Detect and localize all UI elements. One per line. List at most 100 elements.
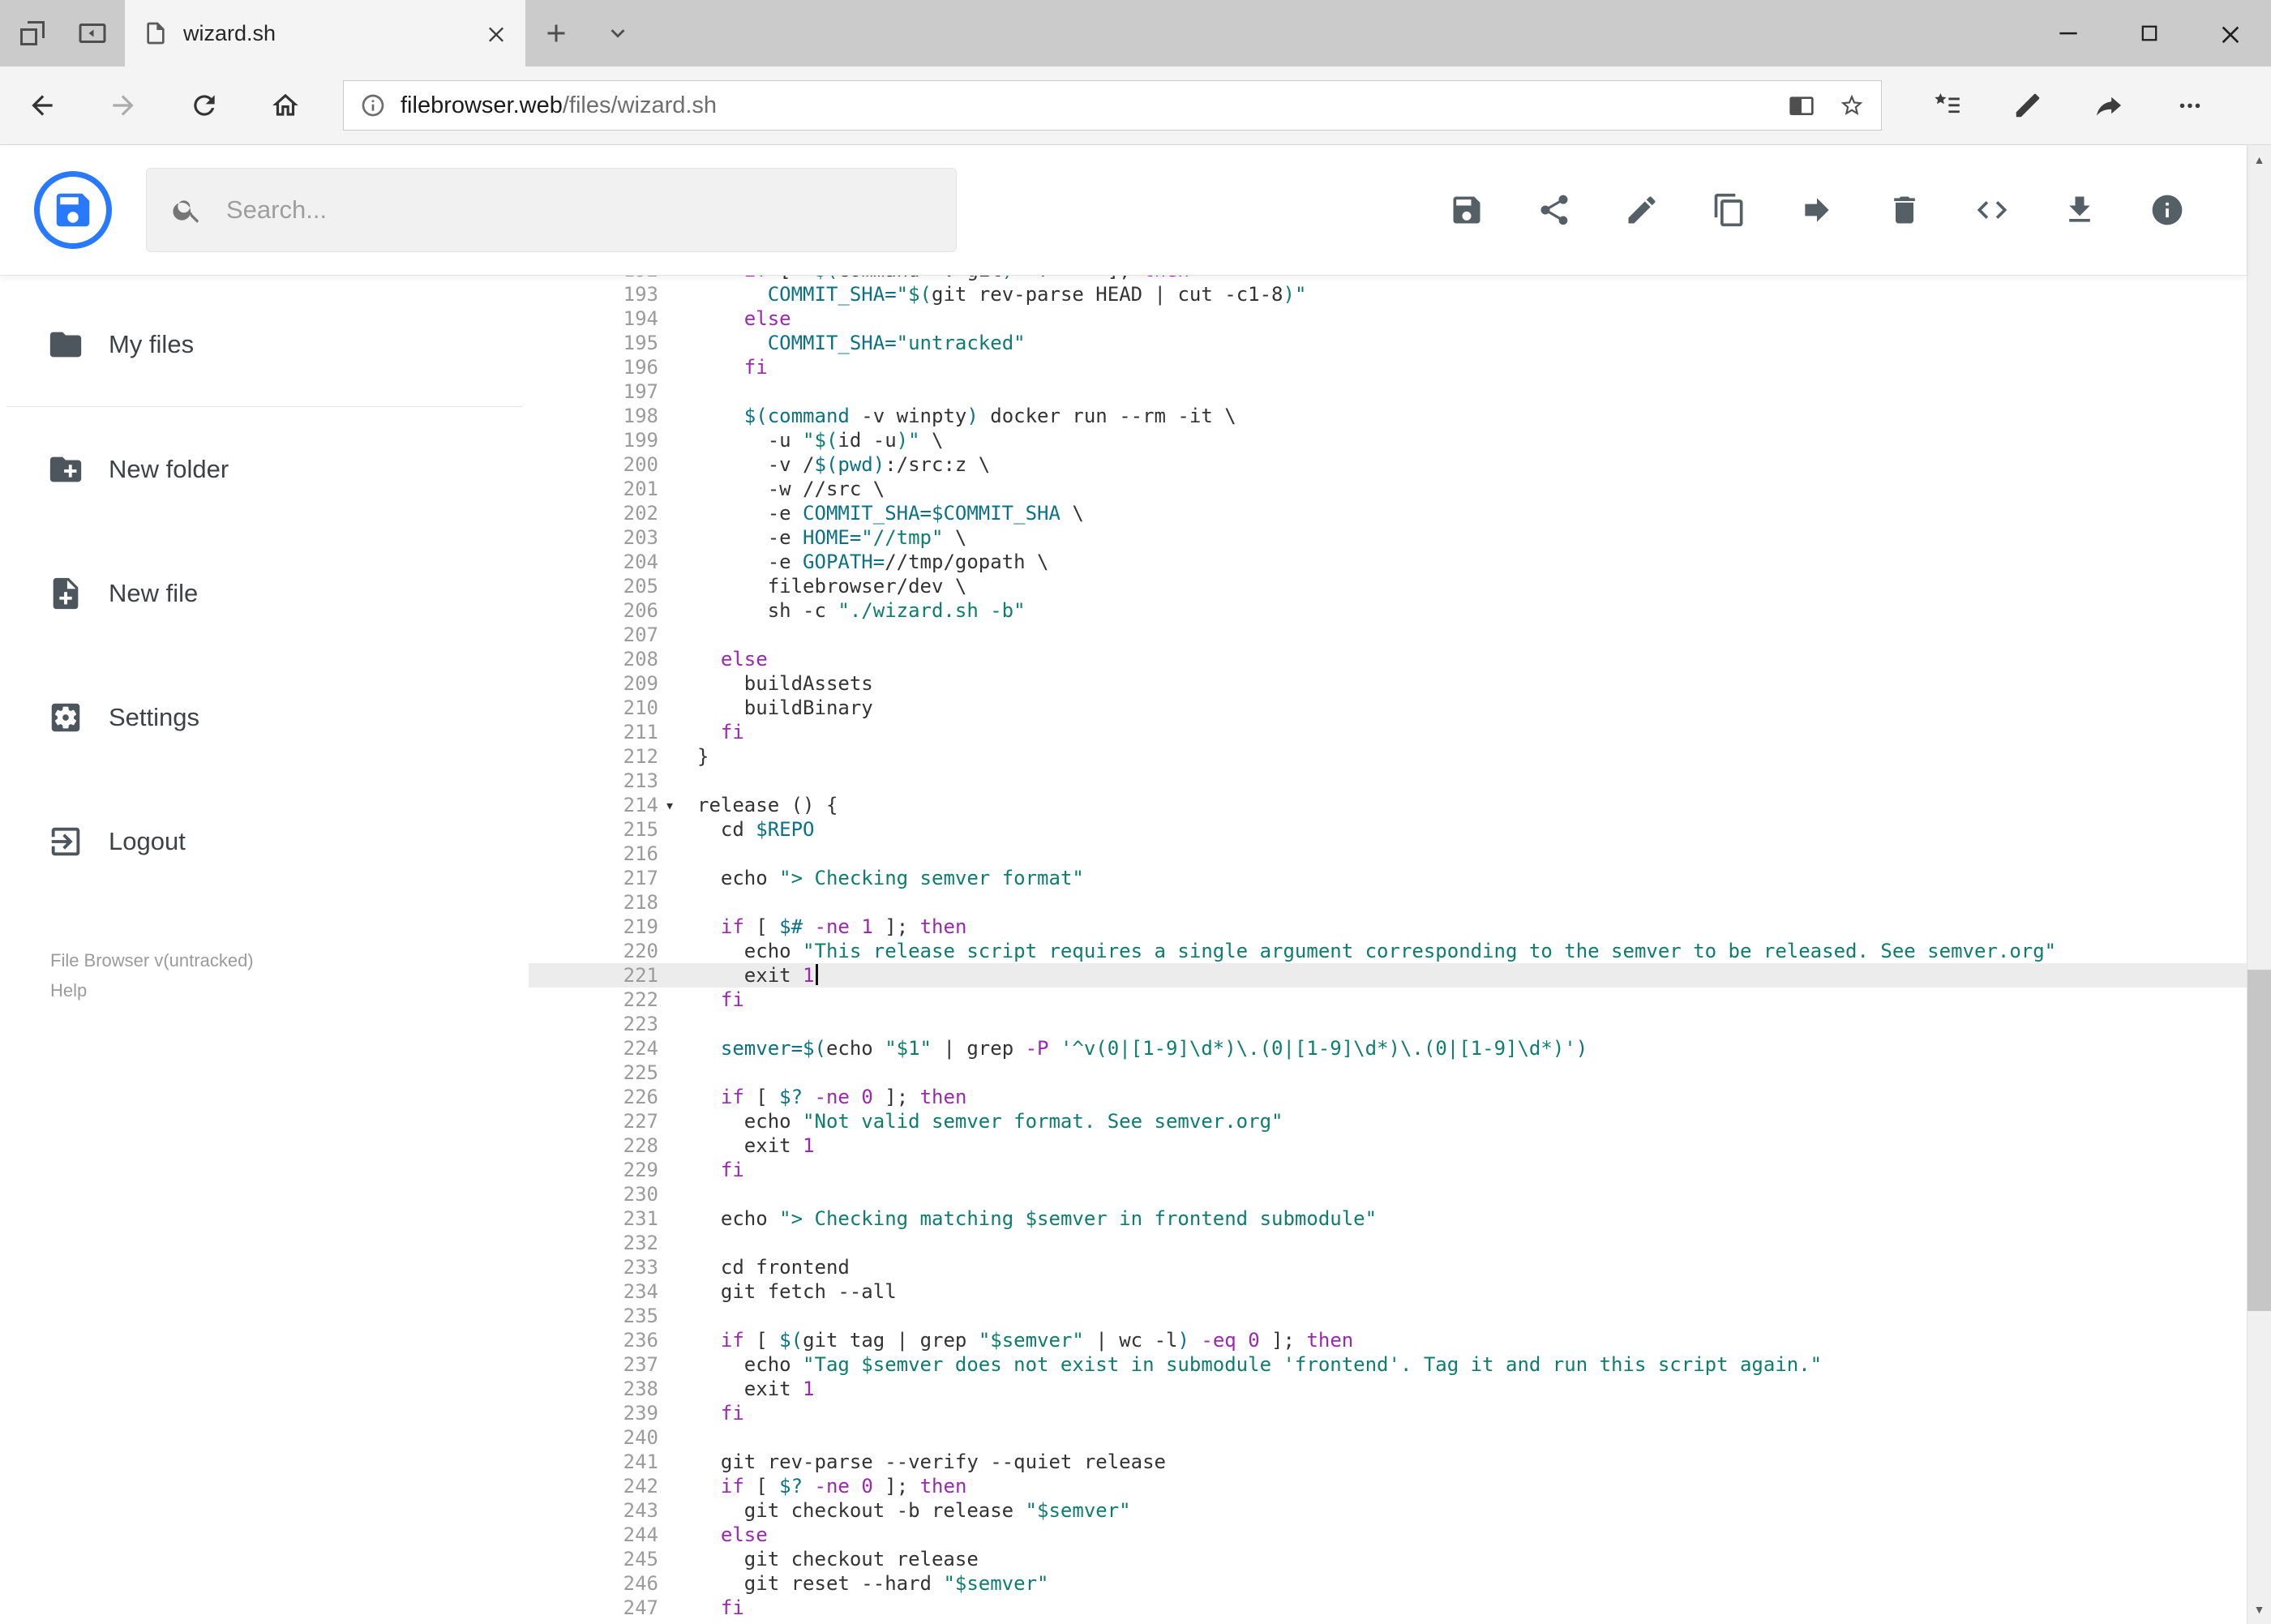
minimize-button[interactable] [2028,0,2109,66]
fold-marker-icon[interactable]: ▾ [658,793,697,817]
code-line[interactable]: 218 [529,890,2247,915]
code-line[interactable]: 216 [529,842,2247,866]
code-line[interactable]: 245 git checkout release [529,1547,2247,1571]
move-button[interactable] [1791,184,1843,236]
code-line[interactable]: 223 [529,1012,2247,1036]
code-line[interactable]: 232 [529,1231,2247,1255]
code-line[interactable]: 243 git checkout -b release "$semver" [529,1498,2247,1523]
code-line[interactable]: 207 [529,623,2247,647]
code-line[interactable]: 233 cd frontend [529,1255,2247,1279]
close-window-button[interactable] [2190,0,2271,66]
code-line[interactable]: 206 sh -c "./wizard.sh -b" [529,598,2247,623]
code-line[interactable]: 212} [529,744,2247,769]
set-tabs-aside-button[interactable] [76,17,109,49]
tab-list-chevron-button[interactable] [587,0,649,66]
browser-tab[interactable]: wizard.sh [125,0,525,66]
save-button[interactable] [1441,184,1493,236]
favorites-hub-button[interactable] [1916,75,1977,136]
add-favorite-button[interactable] [1839,92,1865,118]
sidebar-item-my-files[interactable]: My files [0,282,529,406]
code-line[interactable]: 224 semver=$(echo "$1" | grep -P '^v(0|[… [529,1036,2247,1061]
code-line[interactable]: 246 git reset --hard "$semver" [529,1571,2247,1596]
code-line[interactable]: 201 -w //src \ [529,477,2247,501]
sidebar-item-logout[interactable]: Logout [0,779,529,903]
code-line[interactable]: 247 fi [529,1596,2247,1620]
tab-preview-button[interactable] [16,17,49,49]
reading-view-button[interactable] [1789,92,1815,118]
code-line[interactable]: 237 echo "Tag $semver does not exist in … [529,1352,2247,1377]
sidebar-item-settings[interactable]: Settings [0,655,529,779]
code-line[interactable]: 220 echo "This release script requires a… [529,939,2247,963]
code-line[interactable]: 225 [529,1061,2247,1085]
maximize-button[interactable] [2109,0,2190,66]
code-view-button[interactable] [1966,184,2018,236]
code-line[interactable]: 202 -e COMMIT_SHA=$COMMIT_SHA \ [529,501,2247,525]
code-line[interactable]: 219 if [ $# -ne 1 ]; then [529,915,2247,939]
code-line[interactable]: 209 buildAssets [529,671,2247,696]
sidebar-item-new-folder[interactable]: New folder [0,407,529,531]
code-line[interactable]: 200 -v /$(pwd):/src:z \ [529,452,2247,477]
code-line[interactable]: 231 echo "> Checking matching $semver in… [529,1206,2247,1231]
tab-close-button[interactable] [485,22,508,45]
download-button[interactable] [2054,184,2106,236]
code-line[interactable]: 238 exit 1 [529,1377,2247,1401]
code-line[interactable]: 205 filebrowser/dev \ [529,574,2247,598]
address-bar[interactable]: filebrowser.web/files/wizard.sh [343,80,1882,131]
scrollbar-thumb[interactable] [2247,970,2271,1311]
scrollbar-down-arrow[interactable]: ▼ [2247,1595,2271,1624]
file-browser-logo[interactable] [34,171,112,249]
code-line[interactable]: 226 if [ $? -ne 0 ]; then [529,1085,2247,1109]
code-line[interactable]: 208 else [529,647,2247,671]
info-button[interactable] [2141,184,2193,236]
help-link[interactable]: Help [50,975,529,1005]
search-input[interactable] [226,195,932,225]
code-line[interactable]: 240 [529,1425,2247,1450]
code-line[interactable]: 192 if [ "$(command -v git)" != "" ]; th… [529,276,2247,282]
forward-button[interactable] [92,75,154,136]
code-line[interactable]: 217 echo "> Checking semver format" [529,866,2247,890]
back-button[interactable] [11,75,73,136]
code-line[interactable]: 196 fi [529,355,2247,379]
code-line[interactable]: 234 git fetch --all [529,1279,2247,1304]
page-scrollbar[interactable]: ▲ ▼ [2247,145,2271,1624]
code-line[interactable]: 198 $(command -v winpty) docker run --rm… [529,404,2247,428]
code-line[interactable]: 230 [529,1182,2247,1206]
code-line[interactable]: 222 fi [529,988,2247,1012]
code-line[interactable]: 221 exit 1 [529,963,2247,988]
sidebar-item-new-file[interactable]: New file [0,531,529,655]
site-info-icon[interactable] [360,92,386,118]
code-line[interactable]: 228 exit 1 [529,1133,2247,1158]
more-options-button[interactable] [2159,75,2221,136]
code-line[interactable]: 210 buildBinary [529,696,2247,720]
code-line[interactable]: 193 COMMIT_SHA="$(git rev-parse HEAD | c… [529,282,2247,306]
scrollbar-track[interactable] [2247,174,2271,1595]
copy-button[interactable] [1703,184,1755,236]
code-line[interactable]: 241 git rev-parse --verify --quiet relea… [529,1450,2247,1474]
code-line[interactable]: 199 -u "$(id -u)" \ [529,428,2247,452]
home-button[interactable] [255,75,316,136]
web-note-button[interactable] [1997,75,2059,136]
delete-button[interactable] [1879,184,1930,236]
code-line[interactable]: 236 if [ $(git tag | grep "$semver" | wc… [529,1328,2247,1352]
code-line[interactable]: 244 else [529,1523,2247,1547]
code-line[interactable]: 235 [529,1304,2247,1328]
code-line[interactable]: 204 -e GOPATH=//tmp/gopath \ [529,550,2247,574]
code-editor[interactable]: 192 if [ "$(command -v git)" != "" ]; th… [529,276,2247,1624]
new-tab-button[interactable] [525,0,587,66]
code-line[interactable]: 227 echo "Not valid semver format. See s… [529,1109,2247,1133]
code-line[interactable]: 213 [529,769,2247,793]
code-line[interactable]: 242 if [ $? -ne 0 ]; then [529,1474,2247,1498]
code-line[interactable]: 194 else [529,306,2247,331]
code-line[interactable]: 197 [529,379,2247,404]
code-line[interactable]: 215 cd $REPO [529,817,2247,842]
share-button[interactable] [2078,75,2140,136]
code-line[interactable]: 229 fi [529,1158,2247,1182]
code-line[interactable]: 203 -e HOME="//tmp" \ [529,525,2247,550]
refresh-button[interactable] [174,75,235,136]
share-button[interactable] [1528,184,1580,236]
code-line[interactable]: 195 COMMIT_SHA="untracked" [529,331,2247,355]
scrollbar-up-arrow[interactable]: ▲ [2247,145,2271,174]
code-line[interactable]: 211 fi [529,720,2247,744]
search-box[interactable] [146,168,957,252]
code-line[interactable]: 214 ▾ release () { [529,793,2247,817]
